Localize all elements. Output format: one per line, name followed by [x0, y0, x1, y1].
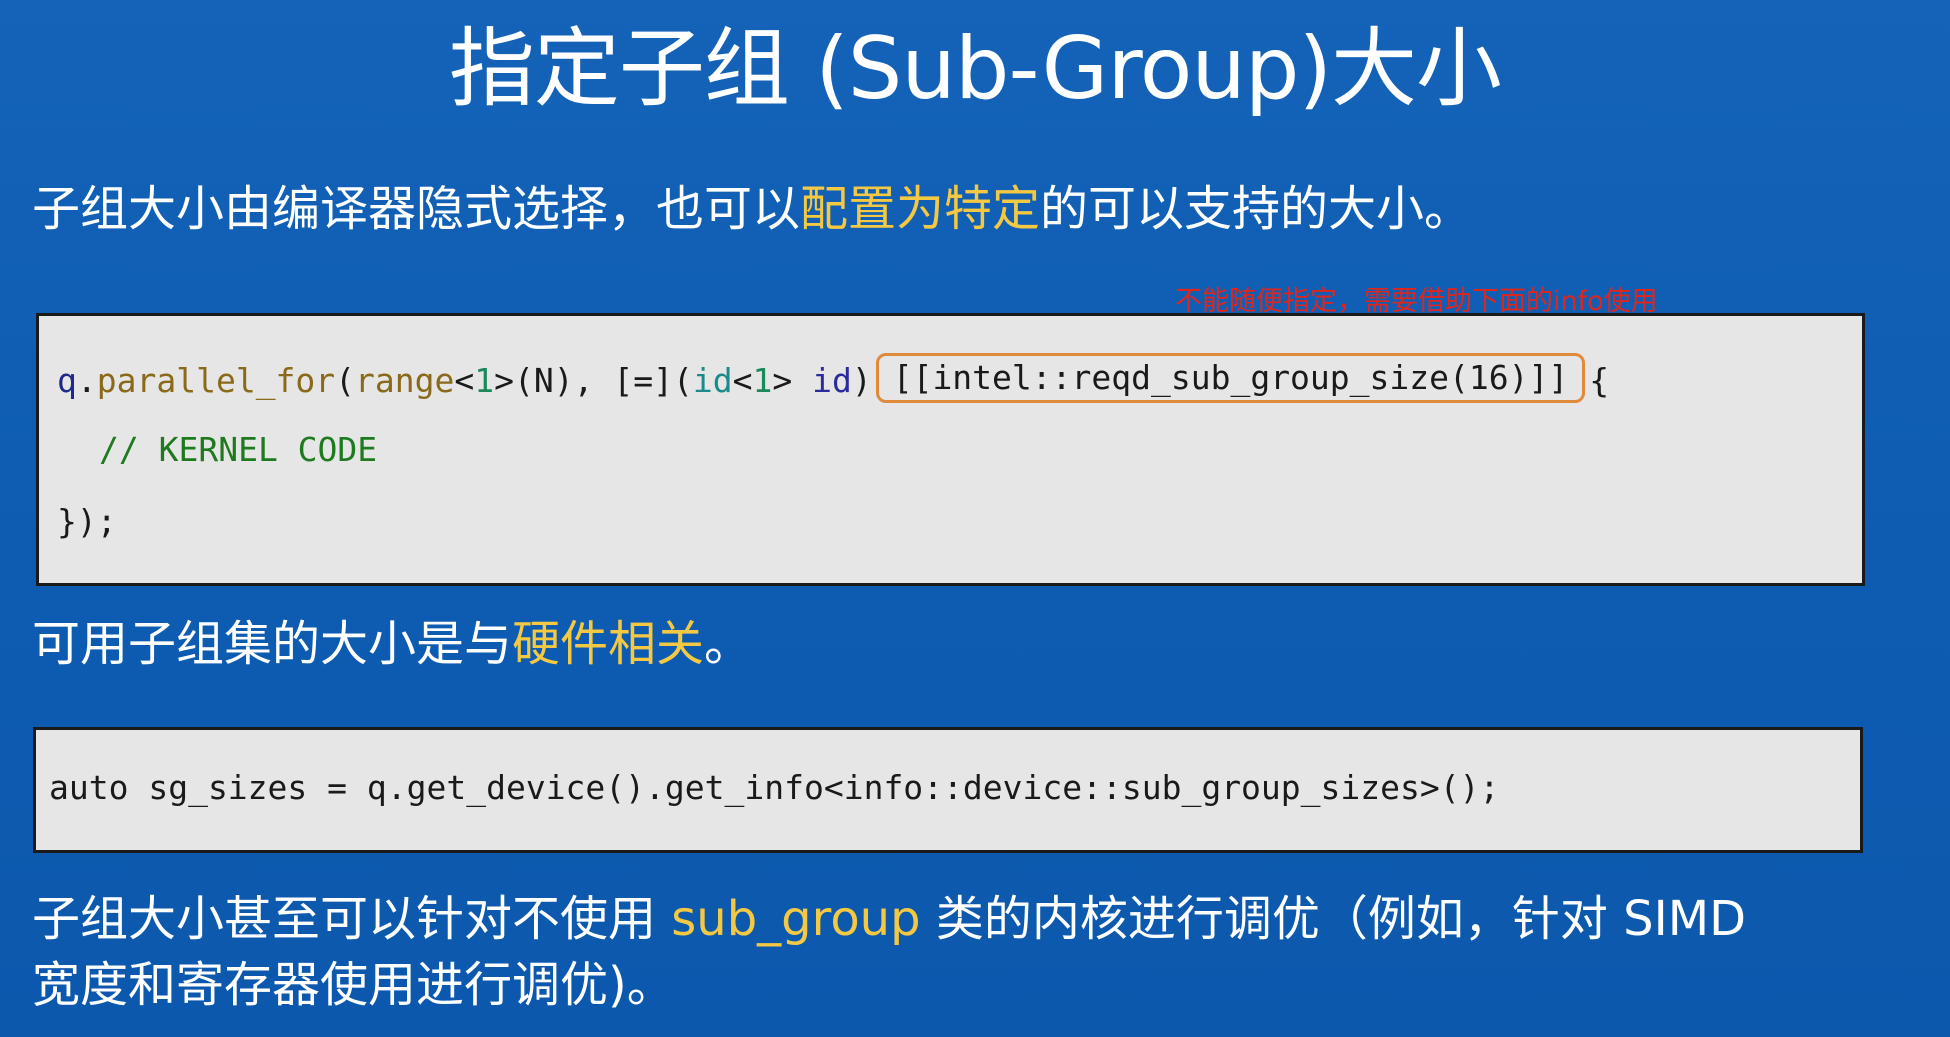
code-token: <	[732, 361, 753, 400]
code-line: auto sg_sizes = q.get_device().get_info<…	[49, 768, 1500, 807]
code-token: {	[1589, 361, 1610, 400]
code-token: id	[812, 361, 852, 400]
code-token: 1	[474, 361, 495, 400]
code-token: q	[57, 361, 77, 400]
slide-title: 指定子组 (Sub-Group)大小	[448, 19, 1502, 119]
code-block-get-info: auto sg_sizes = q.get_device().get_info<…	[33, 727, 1863, 853]
bullet-text: 类的内核进行调优（例如，针对 SIMD	[920, 891, 1747, 947]
code-token: range	[355, 361, 455, 400]
highlighted-attribute: [[intel::reqd_sub_group_size(16)]]	[875, 353, 1586, 403]
code-block-parallel-for: q.parallel_for(range<1>(N), [=](id<1> id…	[36, 313, 1865, 586]
code-token: 1	[752, 361, 773, 400]
code-token: >	[772, 361, 813, 400]
code-token: parallel_for	[96, 361, 336, 400]
bullet-text: 的可以支持的大小。	[1040, 181, 1473, 237]
slide: 指定子组 (Sub-Group)大小 子组大小由编译器隐式选择，也可以配置为特定…	[0, 0, 1950, 1037]
code-token: (	[335, 361, 356, 400]
bullet-text: 。	[704, 616, 753, 672]
code-token: >(N), [=](	[494, 361, 693, 400]
highlight-text: 配置为特定	[800, 181, 1041, 237]
code-line: });	[57, 502, 117, 541]
code-line: q.parallel_for(range<1>(N), [=](id<1> id…	[57, 353, 1610, 406]
bullet-text: 子组大小由编译器隐式选择，也可以	[32, 181, 801, 237]
bullet-text: 子组大小甚至可以针对不使用	[32, 891, 672, 947]
code-token: )	[851, 361, 872, 400]
code-token: <	[454, 361, 475, 400]
bullet-subgroup-selection: 子组大小由编译器隐式选择，也可以配置为特定的可以支持的大小。	[32, 180, 1472, 238]
bullet-hardware-dependent: 可用子组集的大小是与硬件相关。	[32, 615, 752, 673]
highlight-text: 硬件相关	[512, 616, 705, 672]
code-comment: // KERNEL CODE	[99, 430, 378, 469]
bullet-tuning-continued: 宽度和寄存器使用进行调优)。	[32, 957, 675, 1013]
handwritten-annotation: 不能随便指定，需要借助下面的info使用	[1175, 286, 1658, 317]
bullet-text: 可用子组集的大小是与	[32, 616, 513, 672]
code-token: .	[76, 361, 97, 400]
bullet-tuning: 子组大小甚至可以针对不使用 sub_group 类的内核进行调优（例如，针对 S…	[32, 890, 1746, 948]
code-token: id	[692, 361, 733, 400]
highlight-text: sub_group	[671, 891, 921, 947]
